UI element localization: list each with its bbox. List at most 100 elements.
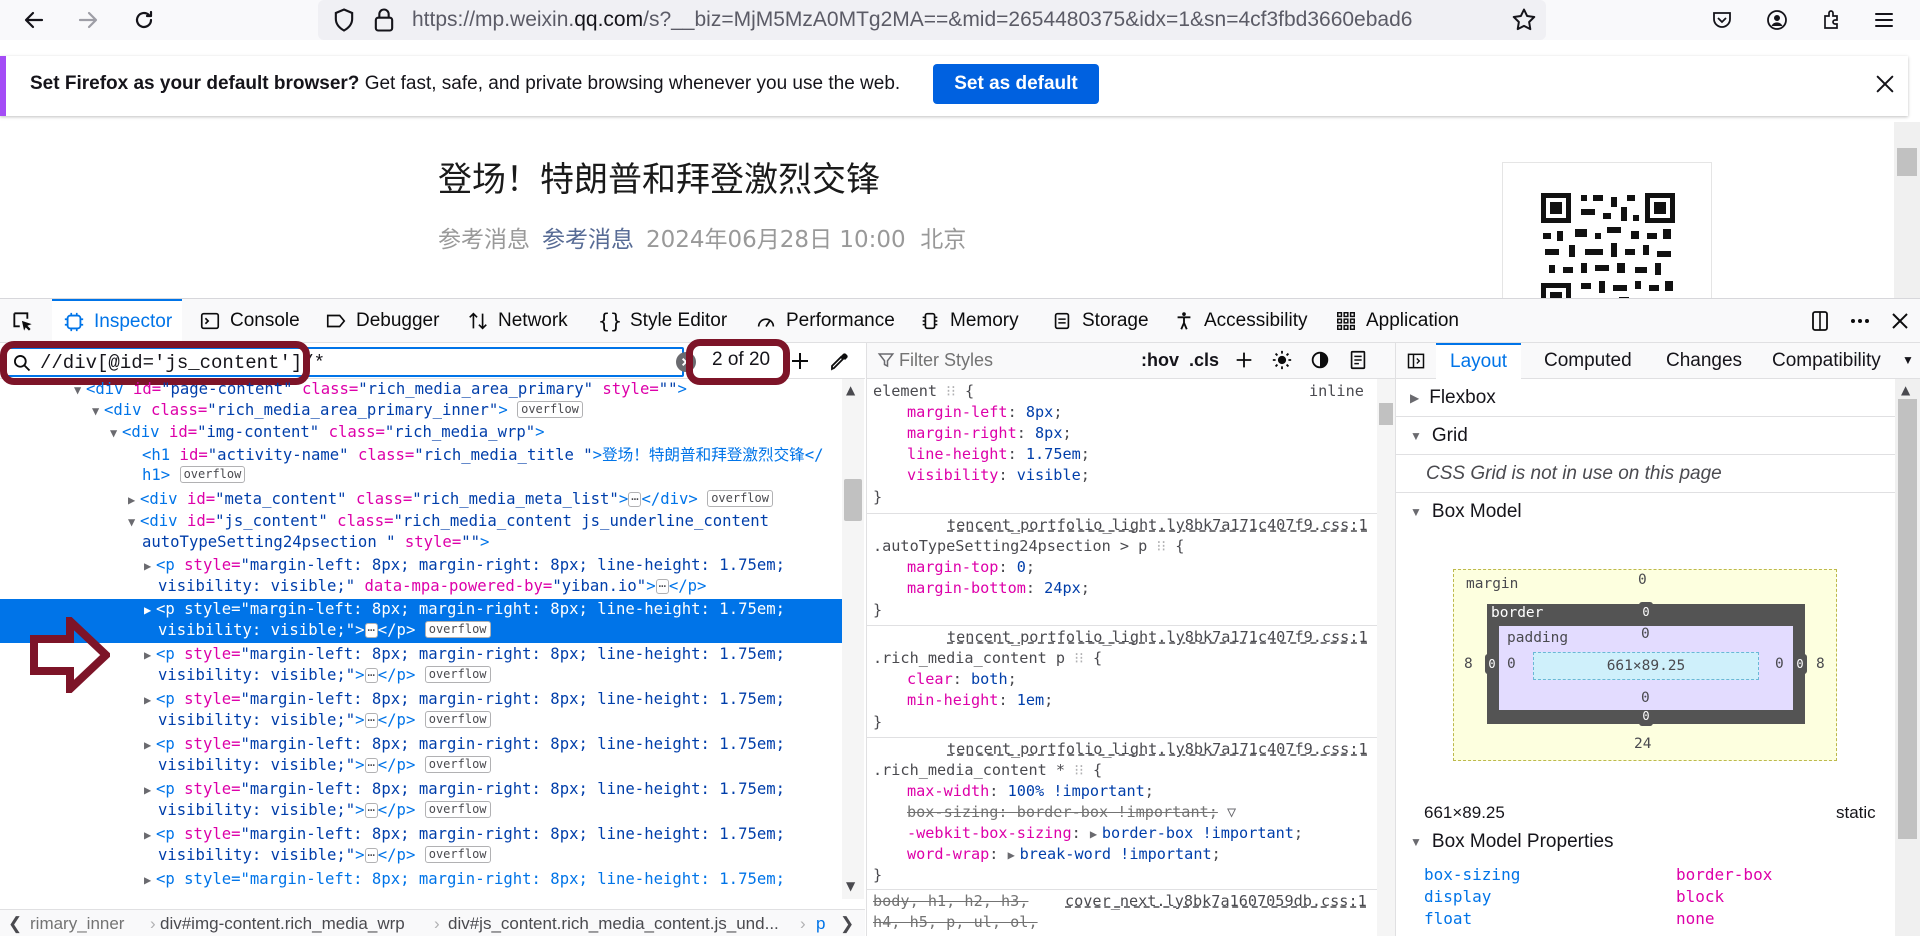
css-declaration[interactable]: margin-top: 0;: [907, 557, 1035, 578]
pocket-icon[interactable]: [1704, 2, 1740, 38]
breadcrumb-item[interactable]: div#js_content.rich_media_content.js_und…: [448, 914, 779, 934]
tab-changes[interactable]: Changes: [1666, 343, 1742, 379]
light-mode-icon[interactable]: [1271, 349, 1293, 371]
breadcrumb-item[interactable]: div#img-content.rich_media_wrp: [160, 914, 405, 934]
rules-scrollbar-thumb[interactable]: [1379, 403, 1393, 425]
rules-scrollbar[interactable]: [1377, 379, 1395, 936]
more-options-icon[interactable]: [1848, 309, 1872, 333]
css-declaration[interactable]: word-wrap: ▶ break-word !important;: [907, 844, 1221, 866]
tab-computed[interactable]: Computed: [1544, 343, 1632, 379]
tree-node-p[interactable]: ▶ <p style="margin-left: 8px; margin-righ…: [144, 644, 785, 666]
url-text[interactable]: https://mp.weixin.qq.com/s?__biz=MjM5MzA…: [412, 8, 1512, 32]
tab-performance[interactable]: Performance: [754, 299, 895, 343]
star-icon[interactable]: [1510, 6, 1538, 34]
reload-icon[interactable]: [126, 2, 162, 38]
tree-node-img-content[interactable]: ▼ <div id="img-content" class="rich_media…: [110, 422, 545, 444]
eyedropper-icon[interactable]: [828, 349, 852, 373]
css-declaration[interactable]: -webkit-box-sizing: ▶ border-box !importa…: [907, 823, 1303, 845]
tree-node-p[interactable]: ▶ <p style="margin-left: 8px; margin-righ…: [144, 689, 785, 711]
back-icon[interactable]: [16, 2, 52, 38]
css-declaration[interactable]: line-height: 1.75em;: [907, 444, 1090, 465]
css-declaration[interactable]: visibility: visible;: [907, 465, 1090, 486]
tree-node-p[interactable]: ▶ <p style="margin-left: 8px; margin-righ…: [144, 824, 785, 846]
element-picker-icon[interactable]: [10, 309, 36, 335]
extensions-icon[interactable]: [1813, 2, 1849, 38]
rule-source-link[interactable]: tencent_portfolio_light.ly8bk7a171c407f9…: [947, 627, 1368, 648]
rule-selector-element[interactable]: element ⁝⁝ {: [873, 381, 974, 402]
tab-accessibility[interactable]: Accessibility: [1172, 299, 1307, 343]
set-as-default-button[interactable]: Set as default: [933, 64, 1099, 104]
padding-right[interactable]: 0: [1775, 656, 1784, 672]
account-link[interactable]: 参考消息: [542, 227, 634, 253]
markup-scrollbar-thumb[interactable]: [844, 479, 862, 521]
tree-node-js-content[interactable]: ▼ <div id="js_content" class="rich_media_…: [128, 511, 769, 533]
scroll-up-icon[interactable]: ▲: [846, 383, 855, 397]
rule-selector[interactable]: .rich_media_content * ⁝⁝ {: [873, 760, 1102, 781]
grid-section[interactable]: ▼ Grid: [1396, 417, 1901, 455]
padding-bottom[interactable]: 0: [1641, 690, 1650, 706]
scroll-down-icon[interactable]: ▼: [846, 879, 855, 893]
tab-compatibility[interactable]: Compatibility: [1772, 343, 1881, 379]
border-left[interactable]: 0: [1485, 654, 1499, 674]
forward-icon[interactable]: [70, 2, 106, 38]
css-declaration[interactable]: margin-right: 8px;: [907, 423, 1072, 444]
css-declaration[interactable]: margin-bottom: 24px;: [907, 578, 1090, 599]
rule-source-link[interactable]: tencent_portfolio_light.ly8bk7a171c407f9…: [947, 739, 1368, 760]
close-icon[interactable]: [1868, 67, 1902, 101]
border-right[interactable]: 0: [1793, 654, 1807, 674]
page-scrollbar-thumb[interactable]: [1897, 148, 1917, 176]
tab-style-editor[interactable]: {} Style Editor: [598, 299, 727, 343]
account-icon[interactable]: [1759, 2, 1795, 38]
breadcrumb-next-icon[interactable]: ❯: [840, 914, 854, 934]
breadcrumb-prev-icon[interactable]: ❮: [8, 914, 22, 934]
print-media-icon[interactable]: [1347, 349, 1369, 371]
scroll-up-icon[interactable]: ▲: [1901, 383, 1910, 397]
menu-icon[interactable]: [1866, 2, 1902, 38]
tabs-overflow-icon[interactable]: ▼: [1902, 353, 1914, 367]
tab-debugger[interactable]: Debugger: [324, 299, 439, 343]
tab-storage[interactable]: Storage: [1050, 299, 1149, 343]
margin-right[interactable]: 8: [1816, 656, 1825, 672]
rule-source-link[interactable]: cover_next.ly8bk7a1607059db.css:1: [1065, 891, 1367, 912]
border-top[interactable]: 0: [1639, 602, 1653, 622]
tree-node-p[interactable]: ▶ <p style="margin-left: 8px; margin-righ…: [144, 555, 785, 577]
responsive-design-icon[interactable]: [1808, 309, 1832, 333]
toggle-sidebar-icon[interactable]: [1406, 351, 1426, 371]
tree-node-primary-inner[interactable]: ▼ <div class="rich_media_area_primary_inn…: [92, 400, 583, 422]
margin-bottom[interactable]: 24: [1634, 736, 1651, 752]
add-node-icon[interactable]: [788, 349, 812, 373]
layout-scrollbar-thumb[interactable]: [1898, 399, 1917, 839]
url-bar[interactable]: https://mp.weixin.qq.com/s?__biz=MjM5MzA…: [318, 0, 1546, 40]
tree-node-p[interactable]: ▶ <p style="margin-left: 8px; margin-righ…: [144, 734, 785, 756]
markup-scrollbar[interactable]: ▲ ▼: [842, 379, 864, 899]
padding-left[interactable]: 0: [1507, 656, 1516, 672]
flexbox-section[interactable]: ▶ Flexbox: [1396, 379, 1901, 417]
rule-selector[interactable]: .rich_media_content p ⁝⁝ {: [873, 648, 1102, 669]
shield-icon[interactable]: [330, 6, 358, 34]
tab-inspector[interactable]: Inspector: [52, 299, 183, 343]
tab-console[interactable]: Console: [198, 299, 300, 343]
dark-mode-icon[interactable]: [1309, 349, 1331, 371]
filter-styles-input[interactable]: Filter Styles: [899, 350, 993, 371]
hover-state-button[interactable]: :hov: [1141, 350, 1179, 371]
css-declaration[interactable]: clear: both;: [907, 669, 1017, 690]
breadcrumb-item-current[interactable]: p: [816, 914, 825, 934]
padding-top[interactable]: 0: [1641, 626, 1650, 642]
css-declaration[interactable]: min-height: 1em;: [907, 690, 1053, 711]
css-declaration[interactable]: max-width: 100% !important;: [907, 781, 1154, 802]
tab-layout[interactable]: Layout: [1436, 343, 1522, 379]
filter-icon[interactable]: ▽: [1227, 803, 1236, 821]
tree-node-p-selected[interactable]: ▶ <p style="margin-left: 8px; margin-righ…: [144, 599, 785, 621]
close-devtools-icon[interactable]: [1888, 309, 1912, 333]
tab-network[interactable]: Network: [466, 299, 568, 343]
lock-icon[interactable]: [370, 6, 398, 34]
add-rule-icon[interactable]: [1233, 349, 1255, 371]
tree-node-p[interactable]: ▶ <p style="margin-left: 8px; margin-righ…: [144, 869, 785, 891]
css-declaration[interactable]: margin-left: 8px;: [907, 402, 1062, 423]
tab-application[interactable]: Application: [1334, 299, 1459, 343]
tab-memory[interactable]: Memory: [918, 299, 1019, 343]
rule-selector-cont[interactable]: h4, h5, p, ul, ol,: [873, 912, 1038, 933]
tree-node-meta-content[interactable]: ▶ <div id="meta_content" class="rich_medi…: [128, 489, 773, 511]
rule-selector[interactable]: body, h1, h2, h3,: [873, 891, 1028, 912]
rule-selector[interactable]: .autoTypeSetting24psection > p ⁝⁝ {: [873, 536, 1184, 557]
